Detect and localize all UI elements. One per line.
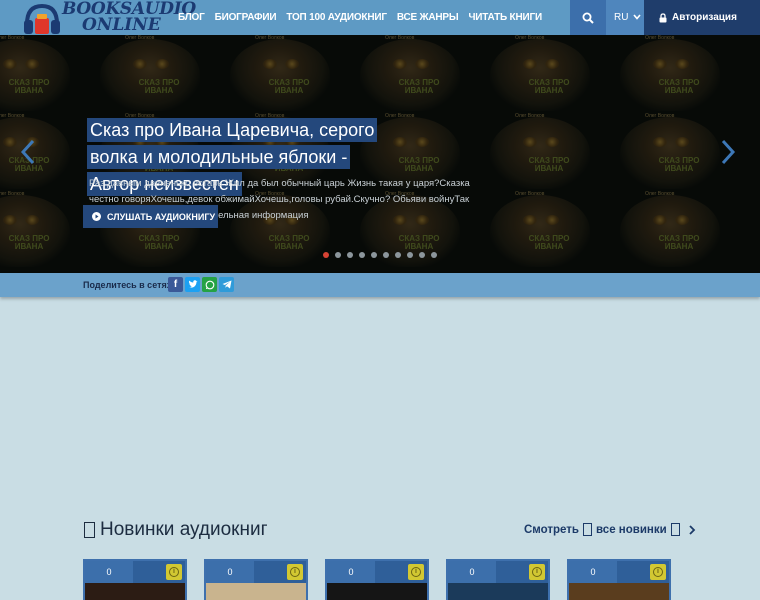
nav-biographies[interactable]: БИОГРАФИИ xyxy=(215,12,277,23)
nav-read-books[interactable]: ЧИТАТЬ КНИГИ xyxy=(468,12,542,23)
book-card[interactable]: 0i xyxy=(83,559,187,600)
see-all-suffix: все новинки xyxy=(596,523,667,536)
see-all-icon-2 xyxy=(670,523,680,536)
info-icon: i xyxy=(290,567,300,577)
slider-dot[interactable] xyxy=(347,252,353,258)
chevron-down-icon xyxy=(633,14,641,20)
info-button[interactable]: i xyxy=(166,564,182,580)
listen-label: СЛУШАТЬ АУДИОКНИГУ xyxy=(107,211,216,222)
login-label: Авторизация xyxy=(672,12,737,23)
see-all-icon xyxy=(583,523,593,536)
slider-dots xyxy=(323,252,437,258)
book-card[interactable]: 0i xyxy=(567,559,671,600)
section-title-icon xyxy=(84,522,95,538)
info-icon: i xyxy=(653,567,663,577)
nav-all-genres[interactable]: ВСЕ ЖАНРЫ xyxy=(397,12,459,23)
whatsapp-icon[interactable] xyxy=(202,277,217,292)
book-card[interactable]: НАСТОЯЩАЯ ФАНТАСТИКА0 i xyxy=(446,559,550,600)
language-value: RU xyxy=(614,12,629,23)
book-cover xyxy=(569,583,669,600)
info-icon: i xyxy=(169,567,179,577)
lock-icon xyxy=(659,12,667,22)
share-icons: f xyxy=(168,277,234,292)
site-logo[interactable]: BOOKSAUDIO ONLINE xyxy=(22,0,196,36)
nav-top100[interactable]: ТОП 100 АУДИОКНИГ xyxy=(286,12,387,23)
slider-dot[interactable] xyxy=(407,252,413,258)
book-cover xyxy=(327,583,427,600)
slider-dot[interactable] xyxy=(323,252,329,258)
book-card[interactable]: 0i xyxy=(325,559,429,600)
slider-dot[interactable] xyxy=(383,252,389,258)
search-button[interactable] xyxy=(570,0,606,35)
new-books-list: 0iТАТЬЯНА АЛЕКСАНДРОВА0i0iНАСТОЯЩАЯ ФАНТ… xyxy=(83,559,671,600)
headphones-logo-icon xyxy=(24,3,60,34)
telegram-icon[interactable] xyxy=(219,277,234,292)
slider-dot[interactable] xyxy=(431,252,437,258)
search-icon xyxy=(582,12,594,24)
nav-blog[interactable]: БЛОГ xyxy=(178,12,205,23)
listen-audiobook-button[interactable]: СЛУШАТЬ АУДИОКНИГУ xyxy=(83,205,218,228)
info-button[interactable]: i xyxy=(529,564,545,580)
see-all-label: Смотреть xyxy=(524,523,580,536)
info-icon: i xyxy=(411,567,421,577)
book-cover xyxy=(85,583,185,600)
twitter-icon[interactable] xyxy=(185,277,200,292)
login-button[interactable]: Авторизация xyxy=(644,0,760,35)
language-select[interactable]: RU xyxy=(606,0,644,35)
info-button[interactable]: i xyxy=(650,564,666,580)
main-nav: БЛОГ БИОГРАФИИ ТОП 100 АУДИОКНИГ ВСЕ ЖАН… xyxy=(178,0,542,35)
listen-count: 0 xyxy=(569,561,617,583)
listen-count: 0 xyxy=(206,561,254,583)
top-header: BOOKSAUDIO ONLINE БЛОГ БИОГРАФИИ ТОП 100… xyxy=(0,0,760,35)
info-button[interactable]: i xyxy=(287,564,303,580)
info-button[interactable]: i xyxy=(408,564,424,580)
slider-dot[interactable] xyxy=(371,252,377,258)
listen-count: 0 xyxy=(448,561,496,583)
facebook-icon[interactable]: f xyxy=(168,277,183,292)
book-cover: ТАТЬЯНА АЛЕКСАНДРОВА xyxy=(206,583,306,600)
slider-dot[interactable] xyxy=(359,252,365,258)
listen-count: 0 xyxy=(85,561,133,583)
logo-text-line2: ONLINE xyxy=(82,15,161,35)
hero-slider: Олег ВолковСКАЗ ПРО ИВАНАОлег ВолковСКАЗ… xyxy=(0,35,760,273)
section-title-text: Новинки аудиокниг xyxy=(100,519,268,540)
play-circle-icon xyxy=(92,212,101,221)
section-title-new: Новинки аудиокниг xyxy=(84,519,268,541)
see-all-new-link[interactable]: Смотреть все новинки xyxy=(524,523,696,536)
book-card[interactable]: ТАТЬЯНА АЛЕКСАНДРОВА0 i xyxy=(204,559,308,600)
share-bar: Поделитесь в сетях f xyxy=(0,273,760,297)
book-cover: НАСТОЯЩАЯ ФАНТАСТИКА xyxy=(448,583,548,600)
slider-dot[interactable] xyxy=(335,252,341,258)
share-label: Поделитесь в сетях xyxy=(83,280,172,290)
listen-count: 0 xyxy=(327,561,375,583)
chevron-left-icon xyxy=(20,139,35,165)
slider-dot[interactable] xyxy=(395,252,401,258)
chevron-right-icon xyxy=(721,139,736,165)
info-icon: i xyxy=(532,567,542,577)
slider-next-button[interactable] xyxy=(720,139,736,172)
slider-prev-button[interactable] xyxy=(20,139,36,172)
chevron-right-icon xyxy=(689,524,695,535)
slider-dot[interactable] xyxy=(419,252,425,258)
